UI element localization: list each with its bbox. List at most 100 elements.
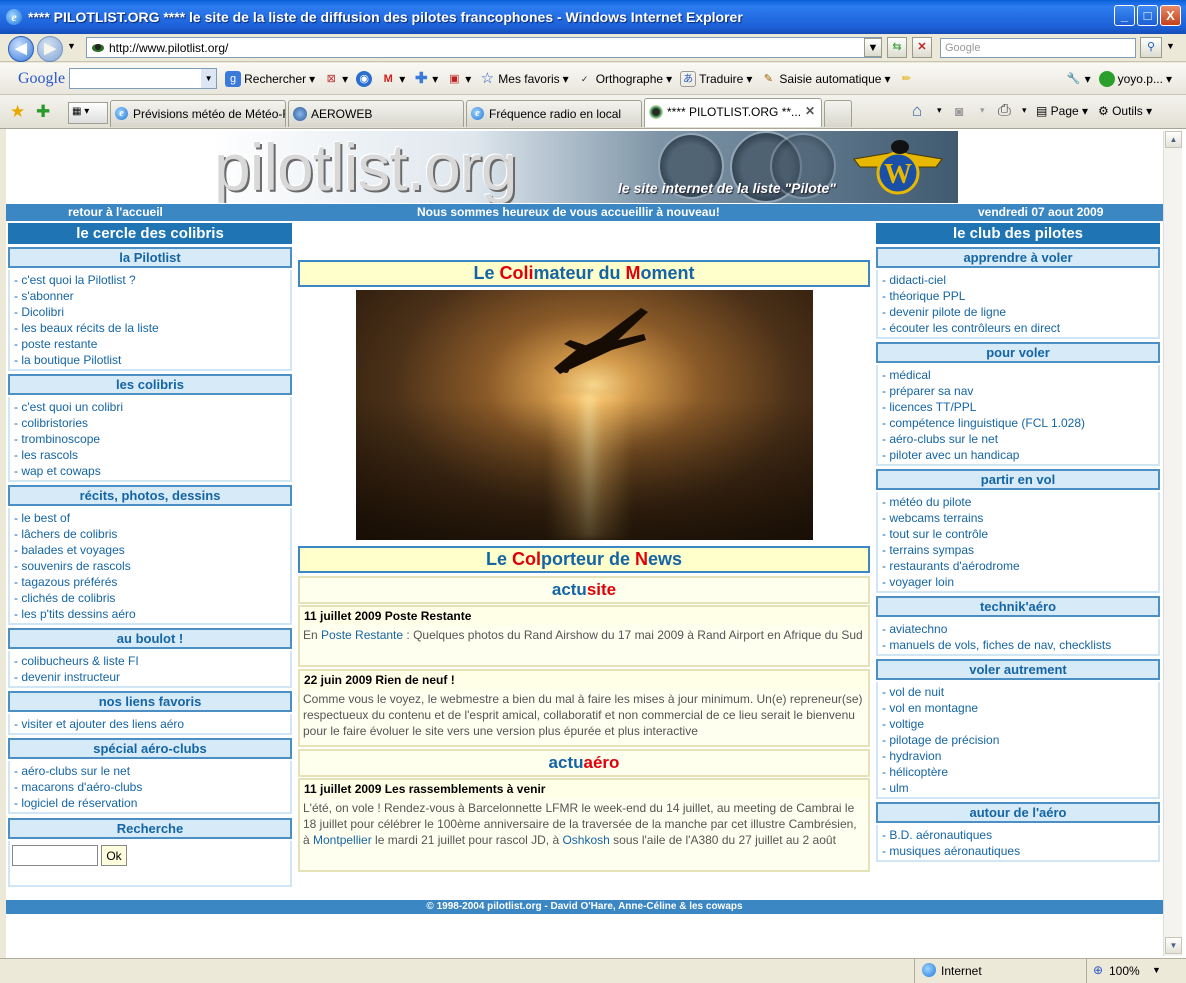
refresh-button[interactable]: ⇆ xyxy=(887,37,907,58)
home-dropdown-icon[interactable]: ▾ xyxy=(937,105,942,116)
maximize-button[interactable]: □ xyxy=(1137,5,1158,26)
traduire-button[interactable]: あ Traduire ▾ xyxy=(680,70,752,87)
nav-link[interactable]: - clichés de colibris xyxy=(14,590,290,606)
oshkosh-link[interactable]: Oshkosh xyxy=(562,833,609,847)
print-icon[interactable]: ⎙ xyxy=(998,102,1011,120)
back-button[interactable]: ◀ xyxy=(8,36,34,62)
add-favorite-icon[interactable]: ✚ xyxy=(36,102,50,122)
nav-link[interactable]: - c'est quoi un colibri xyxy=(14,399,290,415)
nav-link[interactable]: - préparer sa nav xyxy=(882,383,1158,399)
nav-link[interactable]: - lâchers de colibris xyxy=(14,526,290,542)
nav-link[interactable]: - le best of xyxy=(14,510,290,526)
site-search-input[interactable] xyxy=(12,845,98,866)
search-button[interactable]: ⚲ xyxy=(1140,37,1162,58)
address-field[interactable]: http://www.pilotlist.org/ xyxy=(86,37,882,58)
saisie-button[interactable]: ✎ Saisie automatique ▾ xyxy=(760,71,891,87)
address-dropdown-button[interactable]: ▼ xyxy=(864,38,882,57)
nav-link[interactable]: - terrains sympas xyxy=(882,542,1158,558)
rechercher-button[interactable]: g Rechercher ▾ xyxy=(225,70,315,87)
nav-link[interactable]: - wap et cowaps xyxy=(14,463,290,479)
quick-tabs-button[interactable]: ▦ ▾ xyxy=(68,102,108,124)
nav-link[interactable]: - la boutique Pilotlist xyxy=(14,352,290,368)
nav-link[interactable]: - colibristories xyxy=(14,415,290,431)
nav-link[interactable]: - trombinoscope xyxy=(14,431,290,447)
tab-frequence[interactable]: e Fréquence radio en local xyxy=(466,100,642,127)
nav-link[interactable]: - aéro-clubs sur le net xyxy=(882,431,1158,447)
mes-favoris-button[interactable]: ☆ Mes favoris ▾ xyxy=(479,70,569,87)
nav-link[interactable]: - médical xyxy=(882,367,1158,383)
tab-aeroweb[interactable]: AEROWEB xyxy=(288,100,464,127)
new-tab-button[interactable] xyxy=(824,100,852,127)
settings-button[interactable]: 🔧 ▾ xyxy=(1066,71,1091,87)
nav-link[interactable]: - c'est quoi la Pilotlist ? xyxy=(14,272,290,288)
nav-link[interactable]: - les rascols xyxy=(14,447,290,463)
google-logo[interactable]: Google xyxy=(18,70,65,88)
nav-link[interactable]: - vol de nuit xyxy=(882,684,1158,700)
vertical-scrollbar[interactable]: ▲ ▼ xyxy=(1163,131,1182,956)
nav-link[interactable]: - pilotage de précision xyxy=(882,732,1158,748)
zoom-icon[interactable]: ⊕ xyxy=(1093,963,1103,977)
globe-button[interactable]: ◉ xyxy=(356,70,373,87)
nav-link[interactable]: - didacti-ciel xyxy=(882,272,1158,288)
popup-blocker-button[interactable]: ⊠ ▾ xyxy=(323,71,349,87)
home-icon[interactable]: ⌂ xyxy=(912,101,922,121)
nav-link[interactable]: - voyager loin xyxy=(882,574,1158,590)
nav-link[interactable]: - logiciel de réservation xyxy=(14,795,290,811)
nav-link[interactable]: - balades et voyages xyxy=(14,542,290,558)
tab-pilotlist[interactable]: **** PILOTLIST.ORG **... ✕ xyxy=(644,98,822,127)
zoom-dropdown-icon[interactable]: ▼ xyxy=(1152,965,1161,975)
nav-link[interactable]: - hélicoptère xyxy=(882,764,1158,780)
nav-link[interactable]: - tagazous préférés xyxy=(14,574,290,590)
nav-link[interactable]: - piloter avec un handicap xyxy=(882,447,1158,463)
sidewiki-button[interactable]: ▣ ▾ xyxy=(446,71,471,87)
favorites-star-icon[interactable]: ★ xyxy=(10,102,25,122)
nav-link[interactable]: - restaurants d'aérodrome xyxy=(882,558,1158,574)
nav-link[interactable]: - vol en montagne xyxy=(882,700,1158,716)
nav-link[interactable]: - colibucheurs & liste FI xyxy=(14,653,290,669)
nav-link[interactable]: - Dicolibri xyxy=(14,304,290,320)
home-link[interactable]: retour à l'accueil xyxy=(68,205,163,219)
forward-button[interactable]: ▶ xyxy=(37,36,63,62)
nav-link[interactable]: - hydravion xyxy=(882,748,1158,764)
nav-link[interactable]: - macarons d'aéro-clubs xyxy=(14,779,290,795)
nav-link[interactable]: - écouter les contrôleurs en direct xyxy=(882,320,1158,336)
nav-link[interactable]: - poste restante xyxy=(14,336,290,352)
site-search-button[interactable]: Ok xyxy=(101,845,127,866)
minimize-button[interactable]: _ xyxy=(1114,5,1135,26)
gmail-button[interactable]: M ▾ xyxy=(380,71,406,87)
highlighter-button[interactable]: ✏ xyxy=(899,71,915,87)
page-menu[interactable]: ▤ Page ▾ xyxy=(1036,104,1088,118)
tab-close-icon[interactable]: ✕ xyxy=(805,104,815,118)
search-input[interactable]: Google xyxy=(940,38,1136,58)
montpellier-link[interactable]: Montpellier xyxy=(313,833,372,847)
nav-link[interactable]: - souvenirs de rascols xyxy=(14,558,290,574)
close-button[interactable]: X xyxy=(1160,5,1181,26)
nav-link[interactable]: - devenir instructeur xyxy=(14,669,290,685)
nav-link[interactable]: - théorique PPL xyxy=(882,288,1158,304)
rss-icon[interactable]: ◙ xyxy=(955,103,963,119)
add-button[interactable]: ✚ ▾ xyxy=(413,70,438,87)
nav-link[interactable]: - ulm xyxy=(882,780,1158,796)
zoom-level[interactable]: 100% xyxy=(1109,964,1140,978)
scroll-up-arrow-icon[interactable]: ▲ xyxy=(1165,131,1182,148)
nav-link[interactable]: - météo du pilote xyxy=(882,494,1158,510)
print-dropdown-icon[interactable]: ▾ xyxy=(1022,105,1027,116)
poste-restante-link[interactable]: Poste Restante xyxy=(321,628,403,642)
history-dropdown-icon[interactable]: ▼ xyxy=(67,41,76,51)
nav-link[interactable]: - aviatechno xyxy=(882,621,1158,637)
nav-link[interactable]: - aéro-clubs sur le net xyxy=(14,763,290,779)
nav-link[interactable]: - musiques aéronautiques xyxy=(882,843,1158,859)
nav-link[interactable]: - visiter et ajouter des liens aéro xyxy=(14,716,290,732)
nav-link[interactable]: - manuels de vols, fiches de nav, checkl… xyxy=(882,637,1158,653)
nav-link[interactable]: - les beaux récits de la liste xyxy=(14,320,290,336)
featured-photo[interactable] xyxy=(356,290,813,540)
site-banner[interactable]: pilotlist.org W le site internet de la l… xyxy=(210,131,958,203)
search-options-icon[interactable]: ▼ xyxy=(1166,41,1175,51)
window-title-bar[interactable]: e **** PILOTLIST.ORG **** le site de la … xyxy=(0,0,1186,34)
nav-link[interactable]: - les p'tits dessins aéro xyxy=(14,606,290,622)
orthographe-button[interactable]: ✓ Orthographe ▾ xyxy=(577,71,672,87)
nav-link[interactable]: - s'abonner xyxy=(14,288,290,304)
tab-meteo[interactable]: e Prévisions météo de Météo-F... xyxy=(110,100,286,127)
nav-link[interactable]: - webcams terrains xyxy=(882,510,1158,526)
outils-menu[interactable]: ⚙ Outils ▾ xyxy=(1098,104,1152,118)
